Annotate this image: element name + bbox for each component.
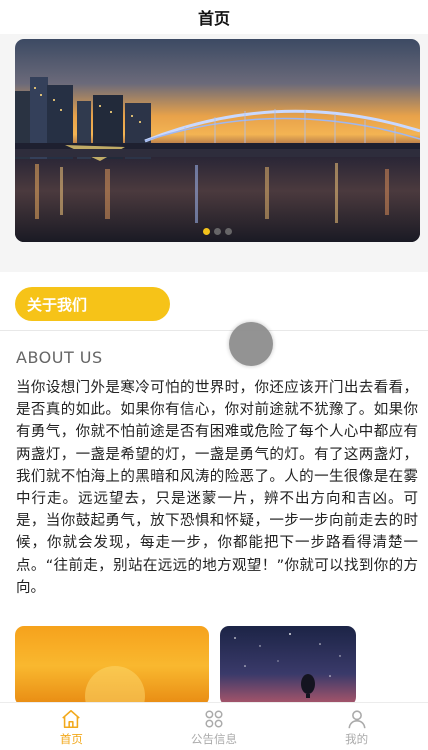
carousel-indicators [15,228,420,235]
home-icon [62,709,81,729]
section-separator [0,256,428,272]
floating-drag-button[interactable] [229,322,273,366]
tab-label: 首页 [59,732,83,746]
indicator-dot[interactable] [225,228,232,235]
user-icon [348,710,366,729]
banner-image [15,39,420,242]
navbar: 首页 [0,0,428,34]
tab-home[interactable]: 首页 [0,703,143,750]
tab-label: 我的 [345,732,369,746]
about-subtitle: ABOUT US [16,348,103,367]
banner-section [0,34,428,256]
banner-carousel[interactable] [15,39,420,242]
grid-icon [205,710,223,728]
about-text: 当你设想门外是寒冷可怕的世界时，你还应该开门出去看看，是否真的如此。如果你有信心… [16,380,418,596]
tab-profile[interactable]: 我的 [285,703,428,750]
about-section: 关于我们 ABOUT US 当你设想门外是寒冷可怕的世界时，你还应该开门出去看看… [0,272,428,706]
divider [0,330,428,331]
indicator-dot[interactable] [214,228,221,235]
tab-label: 公告信息 [191,732,237,746]
about-badge: 关于我们 [15,287,170,321]
indicator-dot-active[interactable] [203,228,210,235]
page-title: 首页 [197,9,230,28]
tab-bar: 首页 公告信息 我的 [0,702,428,750]
image-row [15,626,415,706]
sunset-image[interactable] [15,626,209,706]
tab-announcements[interactable]: 公告信息 [143,703,286,750]
night-sky-image[interactable] [220,626,356,706]
